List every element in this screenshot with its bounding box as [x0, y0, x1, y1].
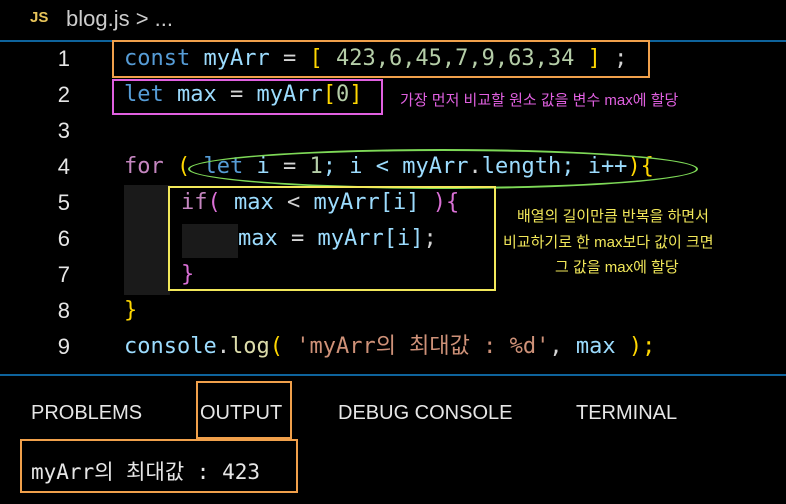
identifier: console — [124, 334, 217, 359]
dot: . — [216, 334, 230, 359]
javascript-file-icon: JS — [30, 9, 49, 26]
highlight-box-output-tab — [196, 381, 292, 439]
line-number: 8 — [57, 298, 70, 323]
brace: } — [124, 298, 138, 323]
highlight-box-output — [20, 439, 298, 493]
editor-tab-bar: JS blog.js > ... — [0, 0, 786, 42]
filename-label: blog.js — [66, 6, 130, 31]
highlight-box-line1 — [112, 40, 650, 78]
tab-terminal[interactable]: TERMINAL — [576, 402, 677, 425]
highlight-box-if — [168, 186, 496, 291]
code-line-9[interactable]: console.log( 'myArr의 최대값 : %d', max ); — [124, 332, 655, 362]
comma: , — [549, 334, 576, 359]
tab-problems[interactable]: PROBLEMS — [31, 402, 142, 425]
line-number: 9 — [57, 334, 70, 359]
line-number: 2 — [57, 82, 70, 107]
indent-guide — [124, 185, 170, 295]
code-line-8[interactable]: } — [124, 296, 137, 326]
line-number: 1 — [57, 46, 70, 71]
bottom-panel: PROBLEMS OUTPUT DEBUG CONSOLE TERMINAL m… — [0, 374, 786, 504]
line-number: 4 — [57, 154, 70, 179]
annotation-loop-1: 배열의 길이만큼 반복을 하면서 — [517, 208, 709, 225]
keyword: for — [124, 154, 164, 179]
line-number: 3 — [57, 118, 70, 143]
paren: ); — [615, 334, 656, 359]
annotation-loop-2: 비교하기로 한 max보다 값이 크면 — [503, 234, 714, 251]
identifier: max — [575, 334, 616, 359]
annotation-line2: 가장 먼저 비교할 원소 값을 변수 max에 할당 — [400, 92, 679, 109]
line-number: 7 — [57, 262, 70, 287]
string-literal: 'myArr의 최대값 : %d' — [296, 334, 550, 359]
annotation-loop-3: 그 값을 max에 할당 — [555, 259, 679, 276]
function-name: log — [229, 334, 270, 359]
tab-debug-console[interactable]: DEBUG CONSOLE — [338, 402, 512, 425]
line-number: 6 — [57, 226, 70, 251]
highlight-ellipse-for — [188, 149, 698, 189]
breadcrumb[interactable]: > ... — [136, 6, 173, 31]
highlight-box-line2 — [112, 79, 383, 115]
paren: ( — [269, 334, 297, 359]
code-editor[interactable]: 1 2 3 4 5 6 7 8 9 const myArr = [ 423,6,… — [0, 40, 786, 372]
tab-filename[interactable]: blog.js > ... — [66, 6, 173, 32]
line-number: 5 — [57, 190, 70, 215]
